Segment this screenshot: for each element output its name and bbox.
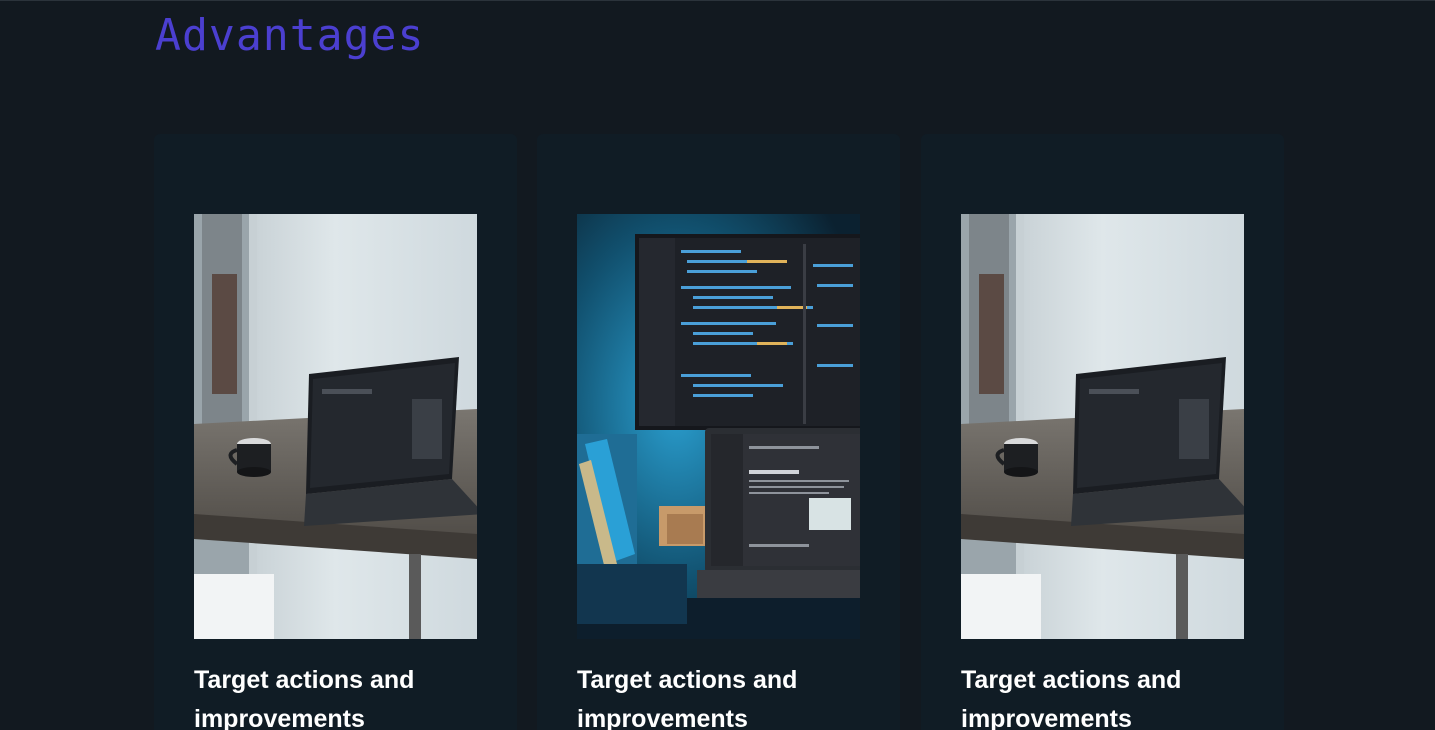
- top-divider: [0, 0, 1435, 1]
- page: Advantages Target actions and improvemen…: [0, 0, 1435, 730]
- card-title: Target actions and improvements: [961, 666, 1182, 730]
- section-title: Advantages: [155, 10, 425, 61]
- code-monitor-photo: [577, 214, 860, 639]
- advantage-card[interactable]: Target actions and improvements: [537, 134, 900, 730]
- advantage-card[interactable]: Target actions and improvements: [921, 134, 1284, 730]
- laptop-desk-photo: [194, 214, 477, 639]
- advantage-card[interactable]: Target actions and improvements: [154, 134, 517, 730]
- card-title: Target actions and improvements: [577, 666, 798, 730]
- laptop-desk-photo: [961, 214, 1244, 639]
- card-title: Target actions and improvements: [194, 666, 415, 730]
- advantages-cards: Target actions and improvements Target a…: [154, 134, 1284, 730]
